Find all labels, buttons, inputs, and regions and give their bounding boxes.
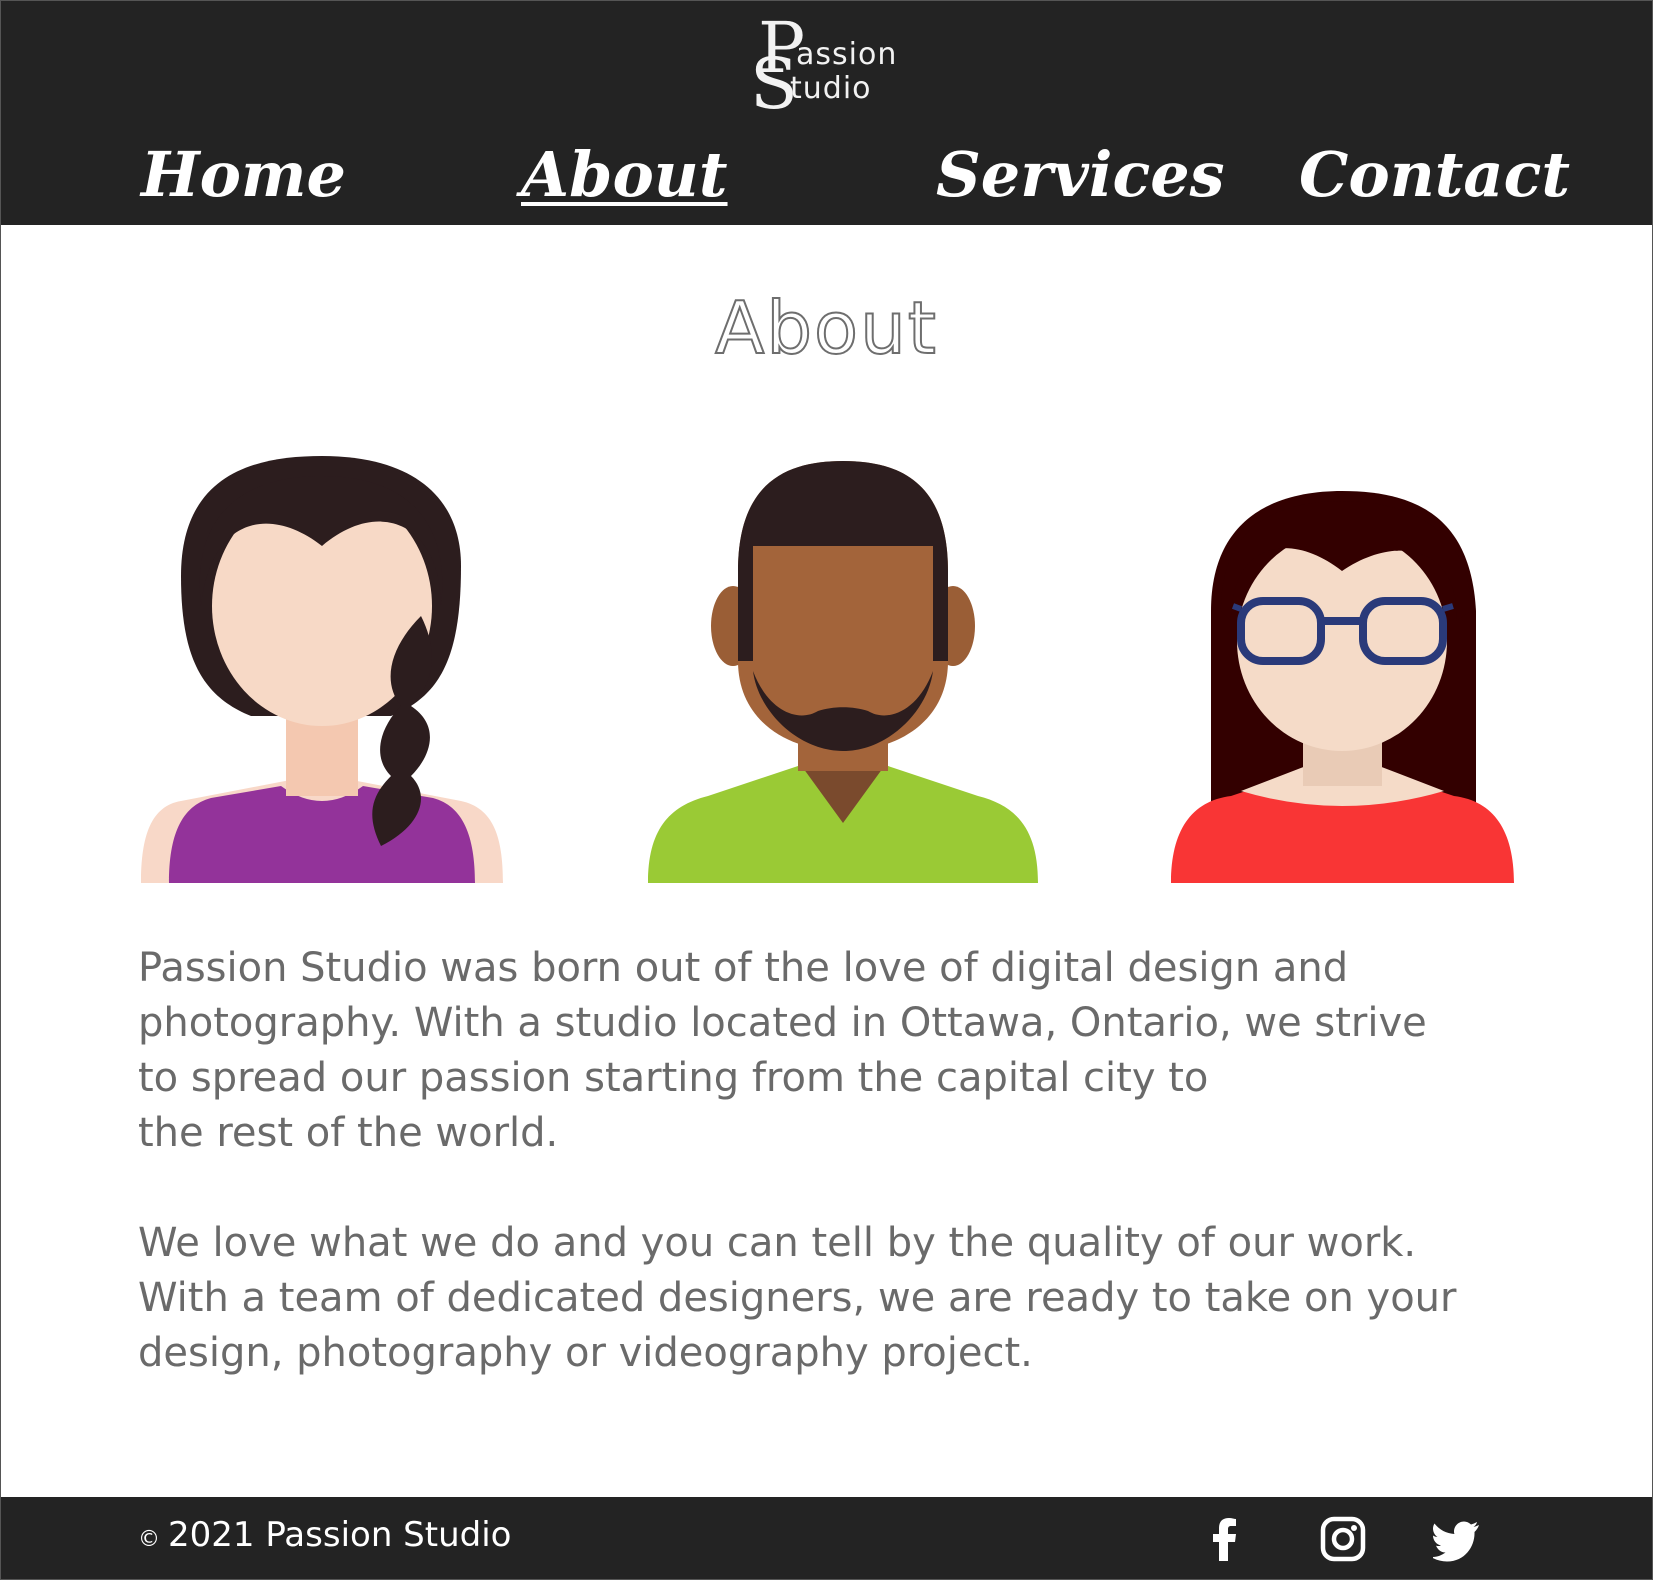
about-paragraph-1: Passion Studio was born out of the love …: [138, 945, 1427, 1156]
logo-word-tudio: tudio: [790, 71, 872, 106]
copyright-symbol: ©: [138, 1527, 160, 1552]
nav-about-link[interactable]: About: [521, 140, 728, 209]
copyright-notice: © 2021 Passion Studio: [138, 1515, 511, 1555]
twitter-icon[interactable]: [1431, 1515, 1481, 1563]
woman-braid-avatar: [141, 456, 503, 883]
woman-glasses-avatar: [1171, 491, 1514, 883]
main-nav: Home About Services Contact: [1, 140, 1652, 225]
copyright-text: 2021 Passion Studio: [168, 1515, 512, 1555]
site-footer: © 2021 Passion Studio: [1, 1497, 1652, 1579]
man-beard-avatar: [648, 461, 1038, 883]
site-header: P S assion tudio Home About Services Con…: [1, 1, 1652, 225]
nav-home-link[interactable]: Home: [141, 140, 346, 209]
nav-services-link[interactable]: Services: [936, 140, 1225, 209]
passion-studio-logo[interactable]: P S assion tudio: [746, 9, 916, 119]
nav-contact-link[interactable]: Contact: [1299, 140, 1570, 209]
about-paragraph-2: We love what we do and you can tell by t…: [138, 1220, 1457, 1376]
instagram-icon[interactable]: [1319, 1515, 1367, 1563]
logo-word-assion: assion: [796, 37, 898, 72]
page-title: About: [714, 285, 938, 371]
facebook-icon[interactable]: [1201, 1515, 1249, 1563]
